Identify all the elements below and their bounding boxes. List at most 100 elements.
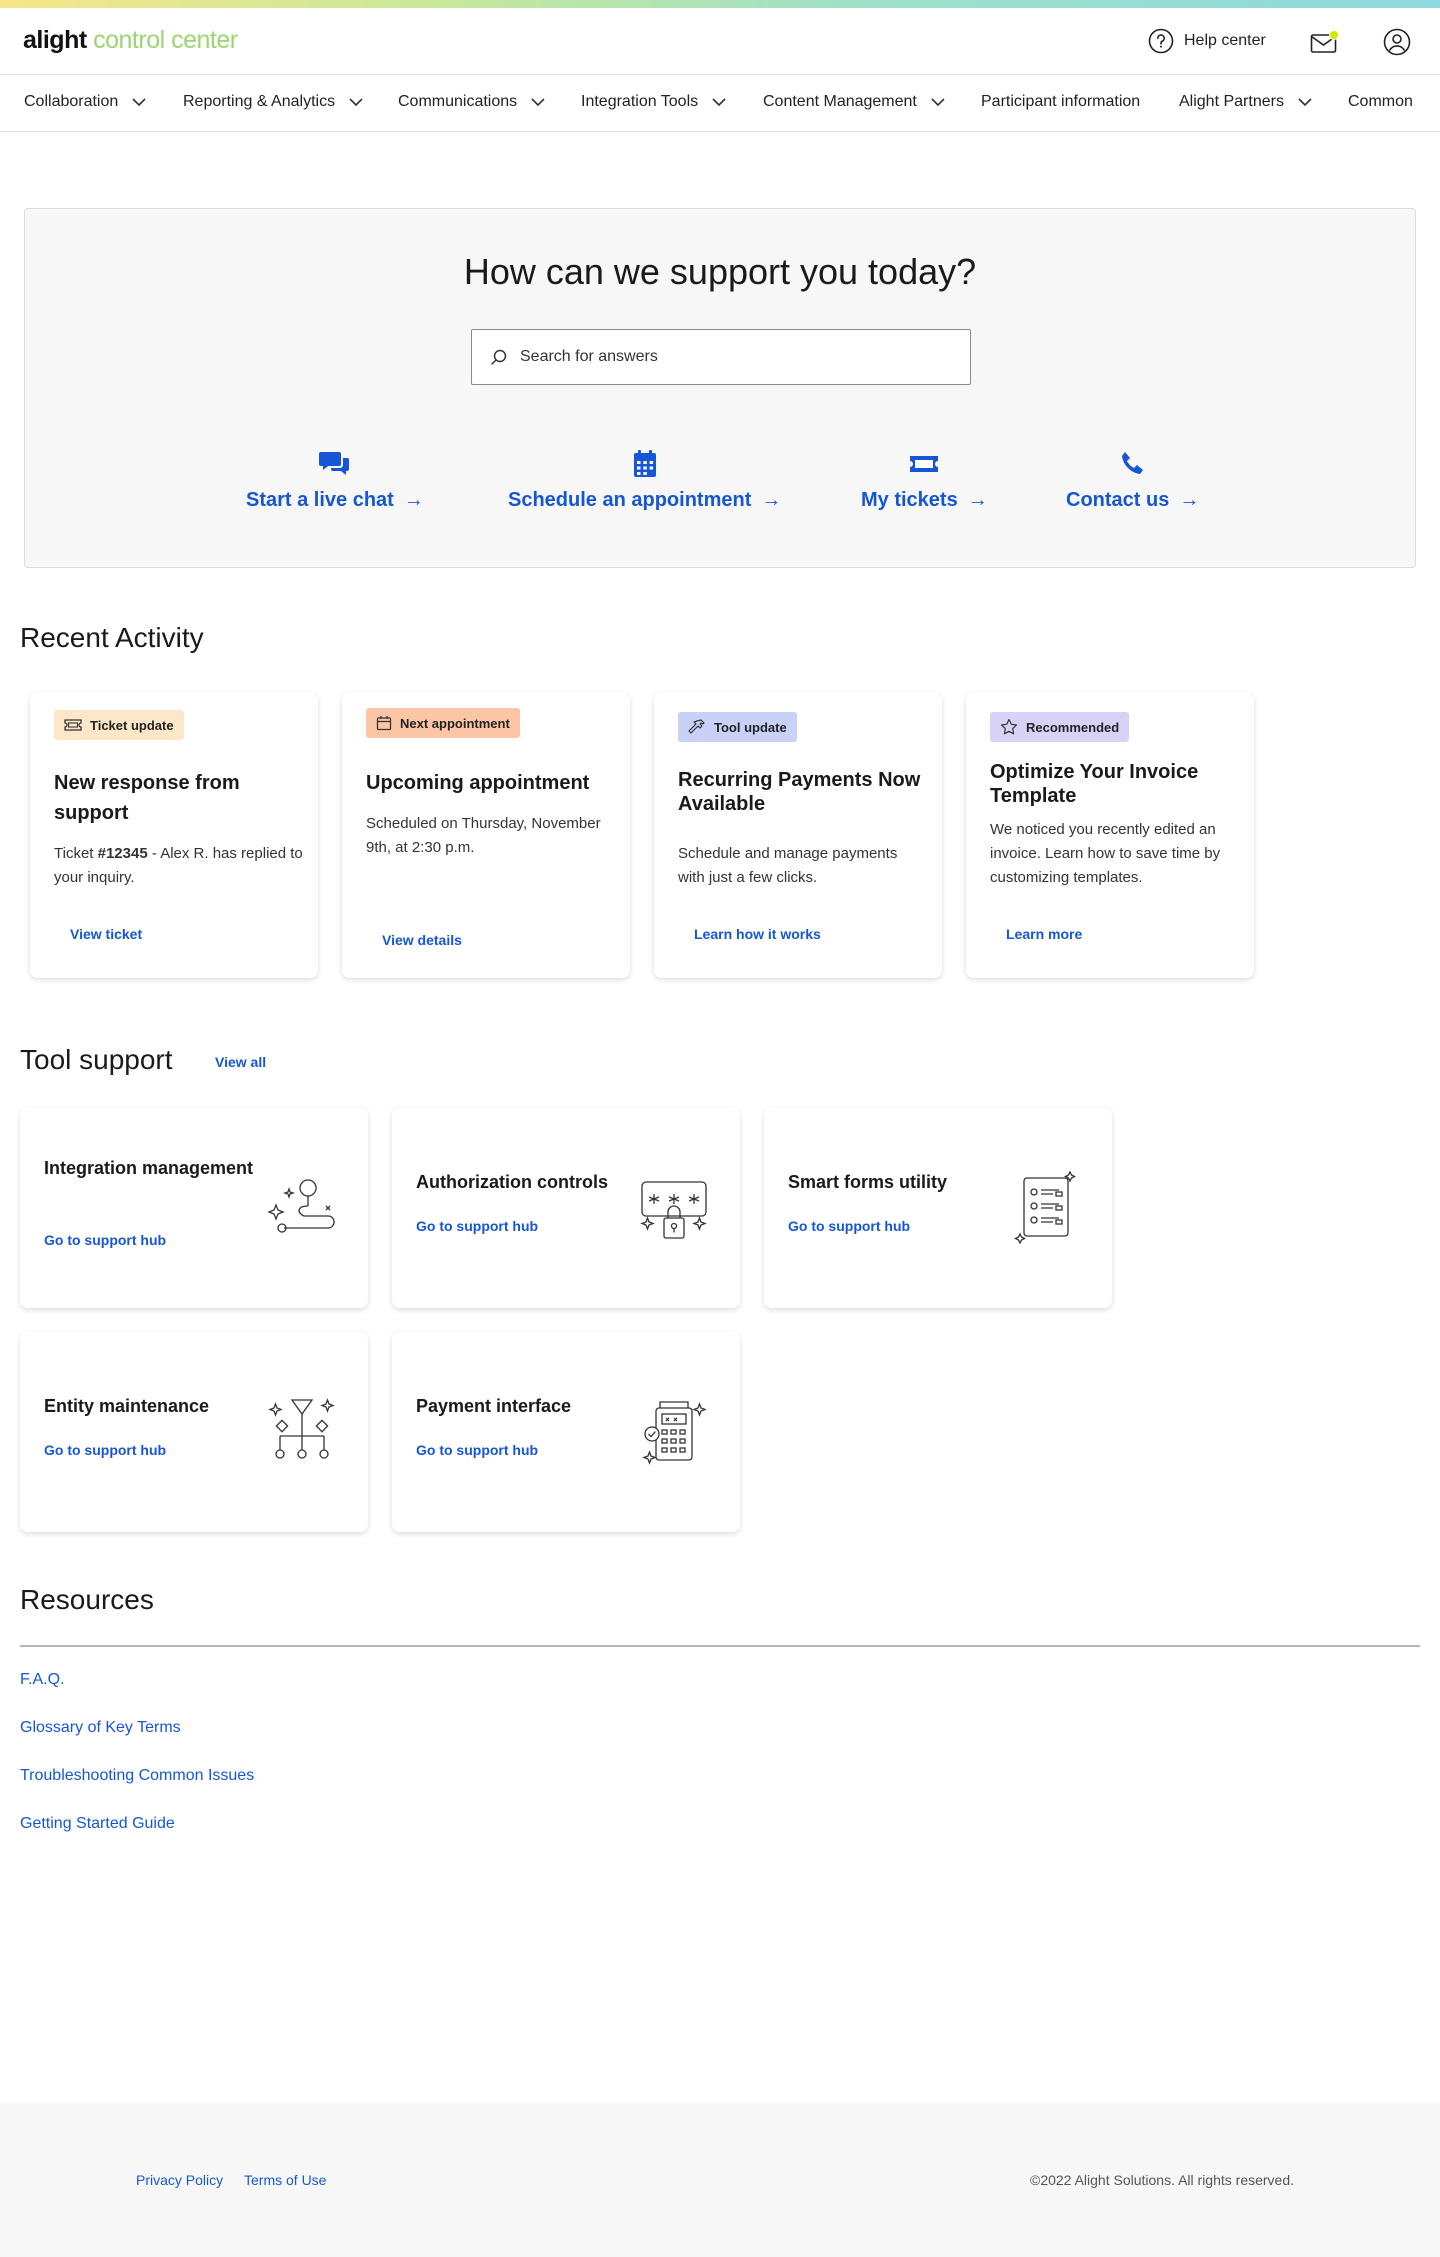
activity-card-ticket: Ticket update New response from support … — [30, 692, 318, 978]
mail-icon[interactable] — [1310, 30, 1340, 54]
activity-card-title: Recurring Payments Now Available — [678, 769, 921, 815]
hammer-icon — [688, 719, 705, 734]
nav-item-label: Content Management — [763, 93, 917, 110]
tool-card-title: Integration management — [44, 1158, 254, 1178]
go-to-support-hub-link[interactable]: Go to support hub — [788, 1218, 910, 1234]
tool-card-integration[interactable]: Integration management Go to support hub — [20, 1108, 368, 1308]
nav-item-label: Communications — [398, 93, 518, 110]
activity-card-title: Upcoming appointment — [366, 772, 590, 794]
contact-us-label: Contact us — [1066, 489, 1170, 511]
brand-gradient-bar — [0, 0, 1440, 8]
my-tickets-link[interactable]: My tickets → — [861, 449, 988, 512]
chevron-down-icon — [931, 97, 945, 106]
password-lock-icon — [640, 1181, 707, 1239]
contact-us-link[interactable]: Contact us → — [1066, 449, 1199, 512]
chevron-down-icon — [349, 97, 363, 106]
learn-how-it-works-link[interactable]: Learn how it works — [694, 926, 821, 942]
chevron-down-icon — [712, 97, 726, 106]
activity-card-body: Ticket #12345 - Alex R. has replied to y… — [54, 845, 303, 886]
help-center-button[interactable]: Help center — [1148, 28, 1266, 54]
app-header: alight control center Help center — [0, 8, 1440, 75]
resource-link-troubleshooting[interactable]: Troubleshooting Common Issues — [20, 1767, 254, 1785]
learn-more-link[interactable]: Learn more — [1006, 926, 1082, 942]
activity-card-body: We noticed you recently edited an invoic… — [990, 821, 1221, 886]
schedule-appointment-link[interactable]: Schedule an appointment → — [508, 449, 781, 512]
chevron-down-icon — [132, 97, 146, 106]
search-icon — [491, 349, 507, 365]
resources-title: Resources — [20, 1584, 154, 1615]
tool-card-title: Entity maintenance — [44, 1396, 210, 1416]
page-footer: Privacy Policy Terms of Use ©2022 Alight… — [0, 2102, 1440, 2257]
resources-divider — [20, 1645, 1420, 1647]
ticket-icon — [910, 456, 939, 472]
nav-item-collaboration[interactable]: Collaboration — [24, 93, 146, 111]
view-all-tools-link[interactable]: View all — [215, 1054, 266, 1070]
help-icon — [1148, 28, 1174, 54]
hierarchy-icon — [268, 1398, 335, 1459]
brand-logo[interactable]: alight control center — [23, 26, 238, 55]
chat-bubbles-icon — [318, 452, 349, 475]
start-live-chat-link[interactable]: Start a live chat → — [246, 449, 424, 512]
main-navigation: Collaboration Reporting & Analytics Commun… — [0, 76, 1440, 132]
hero-title: How can we support you today? — [463, 251, 977, 292]
tool-card-entity[interactable]: Entity maintenance Go to support hub — [20, 1332, 368, 1532]
nav-item-content-management[interactable]: Content Management — [763, 93, 945, 111]
status-badge: Next appointment — [366, 708, 520, 738]
nav-item-participant-information[interactable]: Participant information — [981, 93, 1140, 111]
go-to-support-hub-link[interactable]: Go to support hub — [44, 1442, 166, 1458]
integration-path-icon — [267, 1179, 335, 1233]
nav-item-label: Participant information — [981, 93, 1141, 110]
tool-card-payment[interactable]: Payment interface Go to support hub — [392, 1332, 740, 1532]
resource-link-getting-started[interactable]: Getting Started Guide — [20, 1815, 175, 1833]
star-icon — [1000, 718, 1018, 735]
privacy-policy-link[interactable]: Privacy Policy — [136, 2172, 223, 2188]
arrow-right-icon: → — [761, 489, 782, 511]
tool-card-title: Smart forms utility — [788, 1172, 948, 1192]
nav-item-reporting-analytics[interactable]: Reporting & Analytics — [183, 93, 363, 111]
nav-item-label: Alight Partners — [1179, 93, 1284, 110]
view-ticket-link[interactable]: View ticket — [70, 926, 142, 942]
resource-link-faq[interactable]: F.A.Q. — [20, 1671, 64, 1689]
activity-card-body: Scheduled on Thursday, November 9th, at … — [366, 815, 601, 856]
arrow-right-icon: → — [403, 489, 424, 511]
search-box — [471, 329, 971, 385]
status-badge: Recommended — [990, 712, 1130, 742]
tool-card-authorization[interactable]: Authorization controls Go to support hub — [392, 1108, 740, 1308]
view-details-link[interactable]: View details — [382, 932, 462, 948]
go-to-support-hub-link[interactable]: Go to support hub — [44, 1232, 166, 1248]
ticket-icon — [64, 719, 82, 731]
arrow-right-icon: → — [967, 489, 988, 511]
search-input[interactable] — [520, 348, 940, 366]
nav-item-label: Collaboration — [24, 93, 119, 110]
nav-item-label: Common — [1348, 93, 1413, 110]
status-badge: Ticket update — [54, 710, 184, 740]
tool-card-smart-forms[interactable]: Smart forms utility Go to support hub — [764, 1108, 1112, 1308]
chevron-down-icon — [1298, 97, 1312, 106]
activity-card-tool-update: Tool update Recurring Payments Now Avail… — [654, 692, 942, 978]
go-to-support-hub-link[interactable]: Go to support hub — [416, 1218, 538, 1234]
nav-item-common[interactable]: Common — [1348, 93, 1413, 111]
recent-activity-title: Recent Activity — [20, 622, 204, 653]
nav-item-alight-partners[interactable]: Alight Partners — [1179, 93, 1312, 111]
phone-icon — [1121, 452, 1143, 474]
activity-card-body: Schedule and manage payments with just a… — [678, 845, 898, 886]
my-tickets-label: My tickets — [861, 489, 958, 511]
start-live-chat-label: Start a live chat — [246, 489, 394, 511]
notification-dot — [1329, 30, 1339, 40]
activity-card-title: New response from support — [54, 772, 240, 824]
support-hero: How can we support you today? Start a li… — [24, 208, 1416, 568]
nav-item-label: Reporting & Analytics — [183, 93, 336, 110]
user-account-icon[interactable] — [1383, 28, 1411, 56]
calculator-icon — [642, 1401, 707, 1465]
terms-of-use-link[interactable]: Terms of Use — [244, 2172, 326, 2188]
nav-item-communications[interactable]: Communications — [398, 93, 545, 111]
chevron-down-icon — [531, 97, 545, 106]
arrow-right-icon: → — [1179, 489, 1200, 511]
tool-card-title: Payment interface — [416, 1396, 572, 1416]
go-to-support-hub-link[interactable]: Go to support hub — [416, 1442, 538, 1458]
status-badge: Tool update — [678, 712, 797, 742]
activity-card-recommended: Recommended Optimize Your Invoice Templa… — [966, 692, 1254, 978]
resource-link-glossary[interactable]: Glossary of Key Terms — [20, 1719, 181, 1737]
nav-item-integration-tools[interactable]: Integration Tools — [581, 93, 726, 111]
calendar-icon — [633, 450, 656, 477]
